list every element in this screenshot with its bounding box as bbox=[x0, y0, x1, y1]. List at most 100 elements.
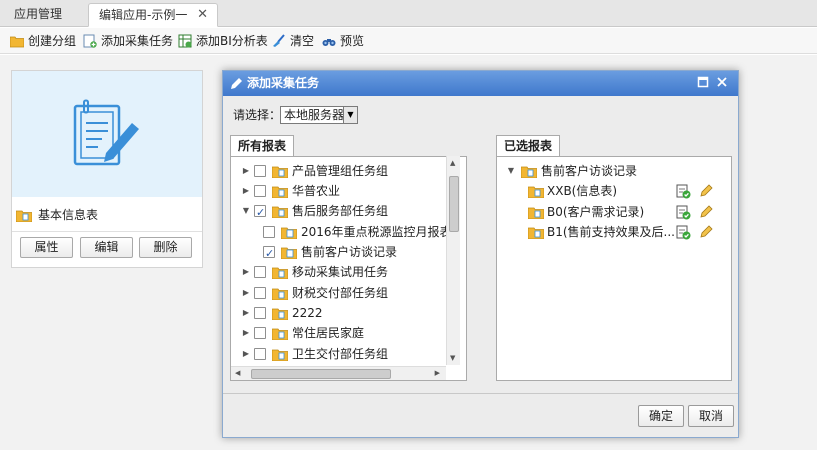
add-page-icon bbox=[83, 34, 97, 48]
tree-row-label: 移动采集试用任务 bbox=[292, 265, 389, 279]
ok-button[interactable]: 确定 bbox=[638, 405, 684, 427]
vertical-scrollbar[interactable]: ▲ ▼ bbox=[446, 156, 460, 365]
selected-item[interactable]: B0(客户需求记录) bbox=[528, 202, 726, 222]
row-checkbox[interactable] bbox=[254, 266, 266, 278]
clipboard-check-icon[interactable] bbox=[675, 204, 691, 220]
folder-doc-icon bbox=[272, 186, 288, 198]
chevron-down-icon[interactable]: ▼ bbox=[343, 107, 357, 123]
toolbar: 创建分组 添加采集任务 添加BI分析表 清空 预览 bbox=[0, 28, 817, 54]
maximize-icon[interactable] bbox=[696, 76, 710, 90]
add-collect-task-label: 添加采集任务 bbox=[101, 34, 174, 48]
row-checkbox[interactable] bbox=[254, 185, 266, 197]
row-checkbox[interactable] bbox=[254, 203, 266, 223]
row-checkbox[interactable] bbox=[263, 226, 275, 238]
expand-arrow-icon[interactable]: ▶ bbox=[241, 262, 251, 282]
folder-doc-icon bbox=[272, 308, 288, 320]
tree-row[interactable]: ▶ 移动采集试用任务 bbox=[241, 262, 446, 282]
expand-arrow-icon[interactable]: ▶ bbox=[241, 283, 251, 303]
selected-item-label: XXB(信息表) bbox=[547, 184, 618, 198]
collapse-arrow-icon[interactable]: ▼ bbox=[241, 201, 251, 221]
cancel-button[interactable]: 取消 bbox=[688, 405, 734, 427]
expand-arrow-icon[interactable]: ▶ bbox=[241, 303, 251, 323]
expand-arrow-icon[interactable]: ▶ bbox=[241, 181, 251, 201]
selected-item-label: B1(售前支持效果及后... bbox=[547, 225, 675, 239]
folder-doc-icon bbox=[16, 210, 32, 222]
tree-row-label: 华普农业 bbox=[292, 184, 341, 198]
pencil-icon[interactable] bbox=[698, 183, 714, 199]
tree-row[interactable]: ▶ 产品管理组任务组 bbox=[241, 161, 446, 181]
document-icon bbox=[281, 247, 297, 259]
add-collect-task-button[interactable]: 添加采集任务 bbox=[83, 32, 173, 50]
card-edit-button[interactable]: 编辑 bbox=[80, 237, 133, 258]
clipboard-check-icon[interactable] bbox=[675, 224, 691, 240]
expand-arrow-icon[interactable]: ▶ bbox=[241, 161, 251, 181]
pencil-icon[interactable] bbox=[698, 224, 714, 240]
tree-row-label: 卫生交付部任务组 bbox=[292, 347, 389, 361]
scroll-left-icon[interactable]: ◀ bbox=[235, 369, 240, 377]
pencil-icon[interactable] bbox=[698, 204, 714, 220]
selected-tree-parent[interactable]: ▼ 售前客户访谈记录 bbox=[506, 161, 726, 181]
pencil-icon bbox=[231, 78, 242, 89]
bi-table-icon bbox=[178, 34, 192, 47]
app-card[interactable]: 基本信息表 属性 编辑 删除 bbox=[11, 70, 203, 268]
dialog-close-icon[interactable] bbox=[715, 76, 729, 90]
clear-label: 清空 bbox=[290, 34, 315, 48]
tree-row[interactable]: ▶ 华普农业 bbox=[241, 181, 446, 201]
tree-row-label: 财税交付部任务组 bbox=[292, 286, 389, 300]
tab-all-reports[interactable]: 所有报表 bbox=[230, 135, 295, 157]
close-icon[interactable]: ✕ bbox=[197, 4, 208, 26]
expand-arrow-icon[interactable]: ▶ bbox=[241, 344, 251, 364]
scroll-thumb[interactable] bbox=[449, 176, 459, 232]
select-label: 请选择： bbox=[233, 108, 282, 122]
scroll-right-icon[interactable]: ▶ bbox=[435, 369, 440, 377]
create-group-button[interactable]: 创建分组 bbox=[10, 32, 76, 50]
tree-row[interactable]: ▶ 财税交付部任务组 bbox=[241, 283, 446, 303]
scroll-thumb[interactable] bbox=[251, 369, 391, 379]
clipboard-check-icon[interactable] bbox=[675, 183, 691, 199]
tree-row[interactable]: 2016年重点税源监控月报表(… bbox=[241, 222, 446, 242]
broom-icon bbox=[273, 33, 285, 47]
tree-row[interactable]: 售前客户访谈记录 bbox=[241, 242, 446, 264]
row-checkbox[interactable] bbox=[254, 287, 266, 299]
tree-row[interactable]: ▼ 售后服务部任务组 bbox=[241, 201, 446, 223]
row-checkbox[interactable] bbox=[254, 327, 266, 339]
tree-row-label: 产品管理组任务组 bbox=[292, 164, 389, 178]
row-checkbox[interactable] bbox=[254, 165, 266, 177]
selected-parent-label: 售前客户访谈记录 bbox=[541, 164, 638, 178]
card-properties-button[interactable]: 属性 bbox=[20, 237, 73, 258]
tree-row-label: 2016年重点税源监控月报表(… bbox=[301, 225, 446, 239]
tree-row[interactable]: ▶ 2222 bbox=[241, 303, 446, 323]
scroll-up-icon[interactable]: ▲ bbox=[450, 159, 455, 167]
tab-selected-reports[interactable]: 已选报表 bbox=[496, 135, 561, 157]
card-delete-button[interactable]: 删除 bbox=[139, 237, 192, 258]
preview-button[interactable]: 预览 bbox=[322, 32, 364, 50]
selected-item[interactable]: XXB(信息表) bbox=[528, 181, 726, 201]
footer-divider bbox=[223, 393, 738, 394]
tab-edit-app[interactable]: 编辑应用-示例一 ✕ bbox=[88, 3, 218, 27]
row-checkbox[interactable] bbox=[254, 348, 266, 360]
folder-doc-icon bbox=[528, 227, 544, 239]
server-select[interactable]: 本地服务器 ▼ bbox=[280, 106, 358, 124]
card-title: 基本信息表 bbox=[16, 205, 98, 225]
tab-bar: 应用管理 编辑应用-示例一 ✕ bbox=[0, 0, 817, 27]
folder-doc-icon bbox=[272, 288, 288, 300]
clear-button[interactable]: 清空 bbox=[272, 32, 314, 50]
scroll-down-icon[interactable]: ▼ bbox=[450, 354, 455, 362]
tree-row[interactable]: ▶ 卫生交付部任务组 bbox=[241, 344, 446, 364]
tree-row[interactable]: ▶ 常住居民家庭 bbox=[241, 323, 446, 343]
expand-arrow-icon[interactable]: ▶ bbox=[241, 323, 251, 343]
row-checkbox[interactable] bbox=[254, 307, 266, 319]
selected-item[interactable]: B1(售前支持效果及后... bbox=[528, 222, 726, 242]
tab-app-manage[interactable]: 应用管理 bbox=[4, 3, 82, 27]
row-checkbox[interactable] bbox=[263, 244, 275, 264]
dialog-header: 添加采集任务 bbox=[223, 71, 738, 96]
folder-doc-icon bbox=[272, 267, 288, 279]
tab-app-manage-label: 应用管理 bbox=[14, 7, 63, 21]
folder-icon bbox=[10, 36, 24, 47]
document-edit-icon bbox=[73, 99, 139, 166]
horizontal-scrollbar[interactable]: ◀ ▶ bbox=[231, 366, 446, 380]
tree-row-label: 2222 bbox=[292, 306, 323, 320]
tree-row-label: 常住居民家庭 bbox=[292, 326, 365, 340]
add-bi-table-button[interactable]: 添加BI分析表 bbox=[178, 32, 268, 50]
collapse-arrow-icon[interactable]: ▼ bbox=[506, 161, 516, 181]
